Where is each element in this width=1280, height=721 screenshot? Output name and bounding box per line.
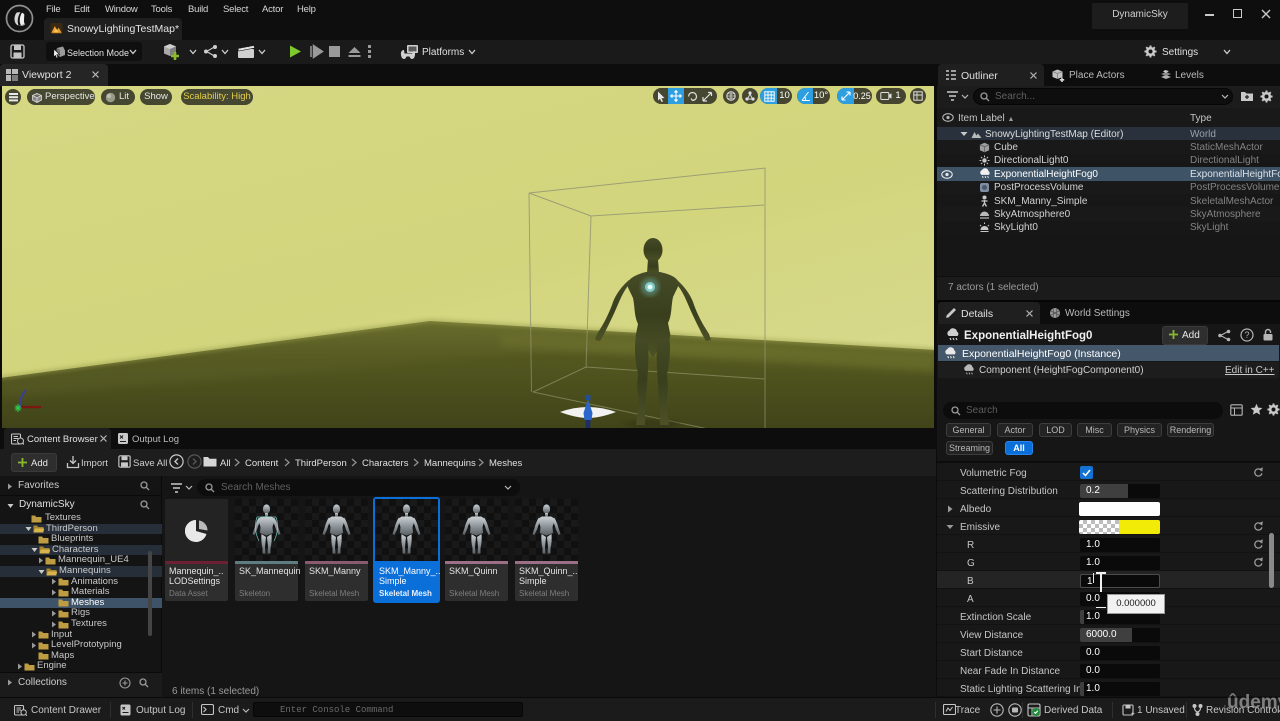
svg-text:?: ? bbox=[1244, 330, 1249, 340]
